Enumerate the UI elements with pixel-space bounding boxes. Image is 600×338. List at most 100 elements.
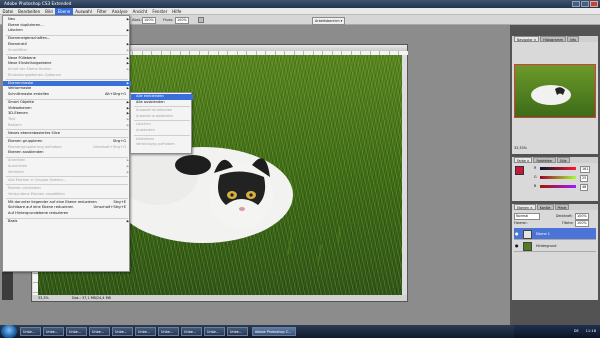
close-button[interactable] xyxy=(590,1,598,7)
navigator-tab-navigator[interactable]: Navigator × xyxy=(514,36,540,42)
layer-menu-item-ebenen-ausblenden[interactable]: Ebenen ausblenden xyxy=(3,150,131,156)
flow-label: Fluss: xyxy=(163,18,174,22)
lock-label: Fixieren: xyxy=(514,221,528,225)
taskbar-photoshop-button[interactable]: Adobe Photoshop C... xyxy=(252,327,296,336)
layer-menu-item-schnittmaske-erstellen[interactable]: Schnittmaske erstellen Alt+Strg+G xyxy=(3,92,131,98)
eye-icon[interactable]: ● xyxy=(515,243,519,248)
blend-mode-select[interactable]: Normal xyxy=(514,213,540,220)
menu-filter[interactable]: Filter xyxy=(94,8,109,15)
foreground-color-swatch[interactable] xyxy=(515,166,524,175)
opacity-field[interactable]: 100% xyxy=(575,213,589,220)
layer-menu-item-basis[interactable]: Basis ▶ xyxy=(3,219,131,225)
document-zoom[interactable]: 33,3% xyxy=(38,295,49,301)
channel-slider-g[interactable] xyxy=(540,176,576,179)
clock[interactable]: 11:18 xyxy=(586,329,596,333)
menu-auswahl[interactable]: Auswahl xyxy=(73,8,95,15)
minimize-button[interactable] xyxy=(572,1,580,7)
menu-item-label: Verbundene Ebenen auswählen xyxy=(8,191,65,196)
zoom-field[interactable]: 100% xyxy=(142,17,156,24)
opacity-label: Deckkraft: xyxy=(556,214,573,218)
layer-row[interactable]: ● Ebene 1 xyxy=(514,228,596,240)
taskbar-window-button[interactable]: Unbe... xyxy=(112,327,133,336)
menu-bearbeiten[interactable]: Bearbeiten xyxy=(16,8,43,15)
taskbar-window-button[interactable]: Unbe... xyxy=(43,327,64,336)
layer-menu-item-rastern[interactable]: Rastern ▶ xyxy=(3,123,131,129)
menu-ebene[interactable]: Ebene xyxy=(55,7,73,15)
fill-field[interactable]: 100% xyxy=(575,220,589,227)
submenu-arrow-icon: ▶ xyxy=(126,47,129,52)
flow-field[interactable]: 100% xyxy=(175,17,189,24)
navigator-tab-info[interactable]: Info xyxy=(566,36,579,42)
start-button[interactable] xyxy=(1,325,17,338)
navigator-preview-image xyxy=(531,85,571,105)
menu-item-label: Neue Füllebene xyxy=(8,55,36,60)
submenu-separator xyxy=(134,120,190,122)
layer-menu-item-alle-ebenen-in-gruppe-fixieren[interactable]: Alle Ebenen in Gruppe fixieren... xyxy=(3,178,131,184)
taskbar-window-button[interactable]: Unbe... xyxy=(20,327,41,336)
menu-item-label: Inhalt der Ebene ändern xyxy=(8,67,52,71)
menu-item-label: Sichtbare auf eine Ebene reduzieren xyxy=(8,205,74,210)
layers-tab-ebenen[interactable]: Ebenen × xyxy=(514,204,536,210)
channel-value-b[interactable]: 48 xyxy=(580,184,589,191)
menu-item-label: Neues ebenenbasiertes Slice xyxy=(8,130,61,135)
channel-slider-b[interactable] xyxy=(540,185,576,188)
document-status-bar: 33,3% Dok.: 37,1 MB/24,4 MB xyxy=(32,295,407,301)
navigator-thumbnail[interactable] xyxy=(514,64,596,118)
maximize-button[interactable] xyxy=(581,1,589,7)
menu-ansicht[interactable]: Ansicht xyxy=(130,8,150,15)
channel-value-g[interactable]: 25 xyxy=(580,175,589,182)
taskbar-window-button[interactable]: Unbe... xyxy=(204,327,225,336)
language-indicator[interactable]: DE xyxy=(574,329,579,333)
layer-menu-item-auf-hintergrundebene-reduzieren[interactable]: Auf Hintergrundebene reduzieren xyxy=(3,211,131,217)
layer-row[interactable]: ● Hintergrund xyxy=(514,240,596,252)
layers-tab-kanäle[interactable]: Kanäle xyxy=(536,204,554,210)
taskbar-window-button[interactable]: Unbe... xyxy=(227,327,248,336)
color-tab-farbfelder[interactable]: Farbfelder xyxy=(533,157,556,163)
taskbar-window-button[interactable]: Unbe... xyxy=(66,327,87,336)
layer-menu: Neu ▶ Ebene duplizieren... Löschen ▶ Ebenenei… xyxy=(2,15,131,272)
menu-analyse[interactable]: Analyse xyxy=(109,8,130,15)
layer-menu-item-smartfilter[interactable]: Smartfilter ▶ xyxy=(3,48,131,54)
menu-hilfe[interactable]: Hilfe xyxy=(170,8,184,15)
channel-slider-r[interactable] xyxy=(540,167,576,170)
menu-item-label: Ebenenstil xyxy=(8,42,27,46)
submenu-arrow-icon: ▶ xyxy=(126,122,129,127)
layer-menu-item-neues-ebenenbasiertes-slice[interactable]: Neues ebenenbasiertes Slice xyxy=(3,131,131,137)
layer-menu-item-löschen[interactable]: Löschen ▶ xyxy=(3,28,131,34)
mask-submenu-item-alle-ausblenden[interactable]: Alle ausblenden xyxy=(131,100,193,106)
menu-datei[interactable]: Datei xyxy=(0,8,16,15)
menu-item-label: Text xyxy=(8,117,16,121)
navigator-tab-histogramm[interactable]: Histogramm xyxy=(540,36,566,42)
menu-bild[interactable]: Bild xyxy=(43,8,56,15)
taskbar-window-button[interactable]: Unbe... xyxy=(181,327,202,336)
taskbar-window-button[interactable]: Unbe... xyxy=(158,327,179,336)
workspace-button-label: Arbeitsbereich xyxy=(315,18,340,23)
menu-item-label: Ebeneneigenschaften... xyxy=(8,36,51,41)
channel-value-r[interactable]: 161 xyxy=(580,166,591,173)
workspace-button[interactable]: Arbeitsbereich ▾ xyxy=(312,16,346,25)
menu-item-label: Einstellungsebenen-Optionen xyxy=(8,72,62,77)
menu-item-label: Ebenen ausblenden xyxy=(8,150,44,155)
airbrush-icon[interactable] xyxy=(198,17,204,23)
layer-menu-item-einstellungsebenen-optionen[interactable]: Einstellungsebenen-Optionen xyxy=(3,73,131,79)
layer-menu-item-verbundene-ebenen-auswählen[interactable]: Verbundene Ebenen auswählen xyxy=(3,192,131,198)
layer-name[interactable]: Ebene 1 xyxy=(536,232,550,236)
color-tab-farbe[interactable]: Farbe × xyxy=(514,157,533,163)
taskbar-window-button[interactable]: Unbe... xyxy=(89,327,110,336)
navigator-zoom[interactable]: 33,33% xyxy=(514,146,527,150)
layer-menu-item-verteilen[interactable]: Verteilen ▶ xyxy=(3,170,131,176)
taskbar-window-button[interactable]: Unbe... xyxy=(135,327,156,336)
color-tab-stile[interactable]: Stile xyxy=(556,157,570,163)
menu-fenster[interactable]: Fenster xyxy=(150,8,170,15)
mask-submenu-item-auswahl-ausblenden[interactable]: Auswahl ausblenden xyxy=(131,114,193,120)
mask-submenu-item-verbindung-aufheben[interactable]: Verbindung aufheben xyxy=(131,142,193,148)
layers-tab-pfade[interactable]: Pfade xyxy=(554,204,570,210)
chevron-down-icon: ▾ xyxy=(340,18,343,23)
eye-icon[interactable]: ● xyxy=(515,231,519,236)
menu-item-label: Löschen xyxy=(8,28,23,33)
menu-item-label: Schnittmaske erstellen xyxy=(8,92,50,96)
window-controls xyxy=(572,1,598,7)
window-title: Adobe Photoshop CS3 Extended xyxy=(4,1,72,6)
mask-submenu-item-anwenden[interactable]: Anwenden xyxy=(131,128,193,134)
layer-name[interactable]: Hintergrund xyxy=(536,244,556,248)
